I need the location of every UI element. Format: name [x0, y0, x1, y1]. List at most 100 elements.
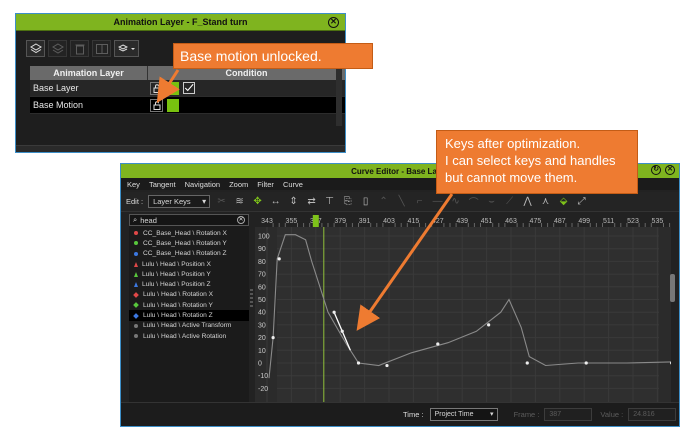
insert-key-icon[interactable]: ⊤ [323, 195, 336, 208]
channel-item[interactable]: CC_Base_Head \ Rotation Z [129, 249, 249, 259]
frame-tick-label: 391 [359, 218, 371, 225]
panel-splitter[interactable] [250, 289, 253, 313]
tangent-ease-out-icon[interactable]: ⌣ [485, 195, 498, 208]
table-row[interactable]: Base Layer [30, 80, 345, 97]
time-mode-select[interactable]: Project Time [429, 408, 498, 421]
scale-horizontal-icon[interactable]: ↔ [269, 195, 282, 208]
rotation-channel-icon [133, 302, 139, 309]
channel-dot-icon [134, 231, 138, 236]
add-layer-icon[interactable] [48, 40, 67, 57]
menu-key[interactable]: Key [127, 180, 140, 189]
channel-search-field[interactable]: ⌕ head ✕ [129, 214, 249, 226]
channel-label: Lulu \ Head \ Rotation Z [143, 312, 213, 320]
animation-layer-window: Animation Layer - F_Stand turn ✕ Animati… [15, 13, 346, 153]
frame-field[interactable]: 387 [544, 408, 593, 421]
move-icon[interactable]: ✥ [251, 195, 264, 208]
tangent-smooth-icon[interactable]: ∿ [449, 195, 462, 208]
channel-item[interactable]: Lulu \ Head \ Position Z [129, 279, 249, 289]
callout-line: Keys after optimization. [445, 136, 581, 151]
animation-layer-titlebar[interactable]: Animation Layer - F_Stand turn ✕ [16, 14, 345, 31]
curve-key [277, 257, 281, 261]
value-tick-label: 40 [258, 310, 266, 317]
channel-item[interactable]: CC_Base_Head \ Rotation X [129, 228, 249, 238]
curve-graph-canvas[interactable]: 3433553673793914034154274394514634754874… [255, 215, 671, 402]
fit-view-icon[interactable]: ⤢ [575, 195, 588, 208]
tangent-ease-in-icon[interactable]: ⌒ [467, 195, 480, 209]
tangent-free-icon[interactable]: ⟋ [503, 195, 516, 208]
channel-label: CC_Base_Head \ Rotation Y [143, 239, 227, 247]
frame-tick-label: 535 [652, 218, 664, 225]
tangent-flat-icon[interactable]: ― [431, 195, 444, 208]
animation-layer-title: Animation Layer - F_Stand turn [113, 17, 248, 27]
animation-layer-table: Animation Layer Condition Base Layer Bas… [30, 66, 345, 114]
swap-icon[interactable]: ⇄ [305, 195, 318, 208]
rotation-channel-icon [133, 292, 139, 298]
menu-zoom[interactable]: Zoom [229, 180, 248, 189]
frame-tick-label: 427 [432, 218, 444, 225]
menu-filter[interactable]: Filter [257, 180, 274, 189]
menu-tangent[interactable]: Tangent [149, 180, 176, 189]
channel-item[interactable]: Lulu \ Head \ Position X [129, 259, 249, 269]
menu-curve[interactable]: Curve [283, 180, 303, 189]
key-filter-icon[interactable]: ⬙ [557, 195, 570, 208]
tangent-step-icon[interactable]: ⌐ [413, 195, 426, 208]
channel-list: CC_Base_Head \ Rotation X CC_Base_Head \ … [129, 228, 249, 341]
channel-item[interactable]: Lulu \ Head \ Rotation Z [129, 310, 249, 321]
layer-menu-icon[interactable] [114, 40, 139, 57]
frame-tick-label: 403 [383, 218, 395, 225]
condition-checkbox[interactable] [183, 82, 195, 94]
channel-label: Lulu \ Head \ Position Z [142, 281, 211, 289]
curve-key [436, 342, 440, 346]
edit-label: Edit : [126, 197, 144, 206]
callout-base-motion: Base motion unlocked. [173, 43, 373, 69]
frame-tick-label: 439 [456, 218, 468, 225]
frame-tick-label: 463 [505, 218, 517, 225]
channel-item[interactable]: Lulu \ Head \ Rotation X [129, 290, 249, 300]
value-tick-label: 10 [258, 348, 266, 355]
scrollbar[interactable] [336, 66, 342, 126]
merge-icon[interactable] [92, 40, 111, 57]
break-tangent-icon[interactable]: ⋀ [521, 195, 534, 208]
frame-tick-label: 523 [627, 218, 639, 225]
unify-tangent-icon[interactable]: ⋏ [539, 195, 552, 208]
tangent-auto-icon[interactable]: ⌃ [377, 195, 390, 208]
curve-status-bar: Time : Project Time Frame : 387 Value : … [121, 402, 679, 426]
table-row[interactable]: Base Motion [30, 97, 345, 114]
refresh-icon[interactable]: ↻ [651, 165, 661, 175]
copy-icon[interactable]: ⎘ [341, 195, 354, 208]
tangent-linear-icon[interactable]: ╲ [395, 195, 408, 208]
vertical-scrollbar[interactable] [670, 274, 675, 302]
frame-tick-label: 343 [261, 218, 273, 225]
page-icon[interactable]: ▯ [359, 195, 372, 208]
channel-item[interactable]: Lulu \ Head \ Position Y [129, 269, 249, 279]
value-field[interactable]: 24.816 [628, 408, 677, 421]
unlock-icon[interactable] [150, 81, 163, 95]
unlock-icon[interactable] [150, 98, 163, 112]
curve-graph[interactable]: 3433553673793914034154274394514634754874… [255, 215, 671, 402]
layer-color-swatch[interactable] [167, 98, 179, 112]
channel-item[interactable]: Lulu \ Head \ Rotation Y [129, 300, 249, 310]
close-icon[interactable]: ✕ [665, 165, 675, 175]
menu-navigation[interactable]: Navigation [185, 180, 220, 189]
edit-mode-select[interactable]: Layer Keys [148, 195, 211, 208]
channel-label: Lulu \ Head \ Position X [142, 260, 211, 268]
layer-color-swatch[interactable] [167, 81, 179, 95]
curve-editor-title: Curve Editor - Base Layer [351, 166, 449, 176]
layers-icon[interactable] [26, 40, 45, 57]
curve-key [356, 361, 361, 365]
channel-item[interactable]: Lulu \ Head \ Active Rotation [129, 331, 249, 341]
clear-search-icon[interactable]: ✕ [237, 216, 245, 224]
scissors-icon[interactable]: ✂ [215, 195, 228, 208]
scale-vertical-icon[interactable]: ⇕ [287, 195, 300, 208]
close-icon[interactable]: ✕ [328, 17, 339, 28]
position-channel-icon [134, 261, 138, 267]
channel-dot-icon [134, 251, 138, 256]
trash-icon[interactable] [70, 40, 89, 57]
channel-item[interactable]: Lulu \ Head \ Active Transform [129, 321, 249, 331]
frame-tick-label: 415 [408, 218, 420, 225]
channel-item[interactable]: CC_Base_Head \ Rotation Y [129, 238, 249, 248]
value-tick-label: -20 [258, 386, 268, 393]
value-tick-label: 100 [258, 234, 270, 241]
search-value: head [140, 215, 157, 225]
stack-icon[interactable]: ≋ [233, 195, 246, 208]
